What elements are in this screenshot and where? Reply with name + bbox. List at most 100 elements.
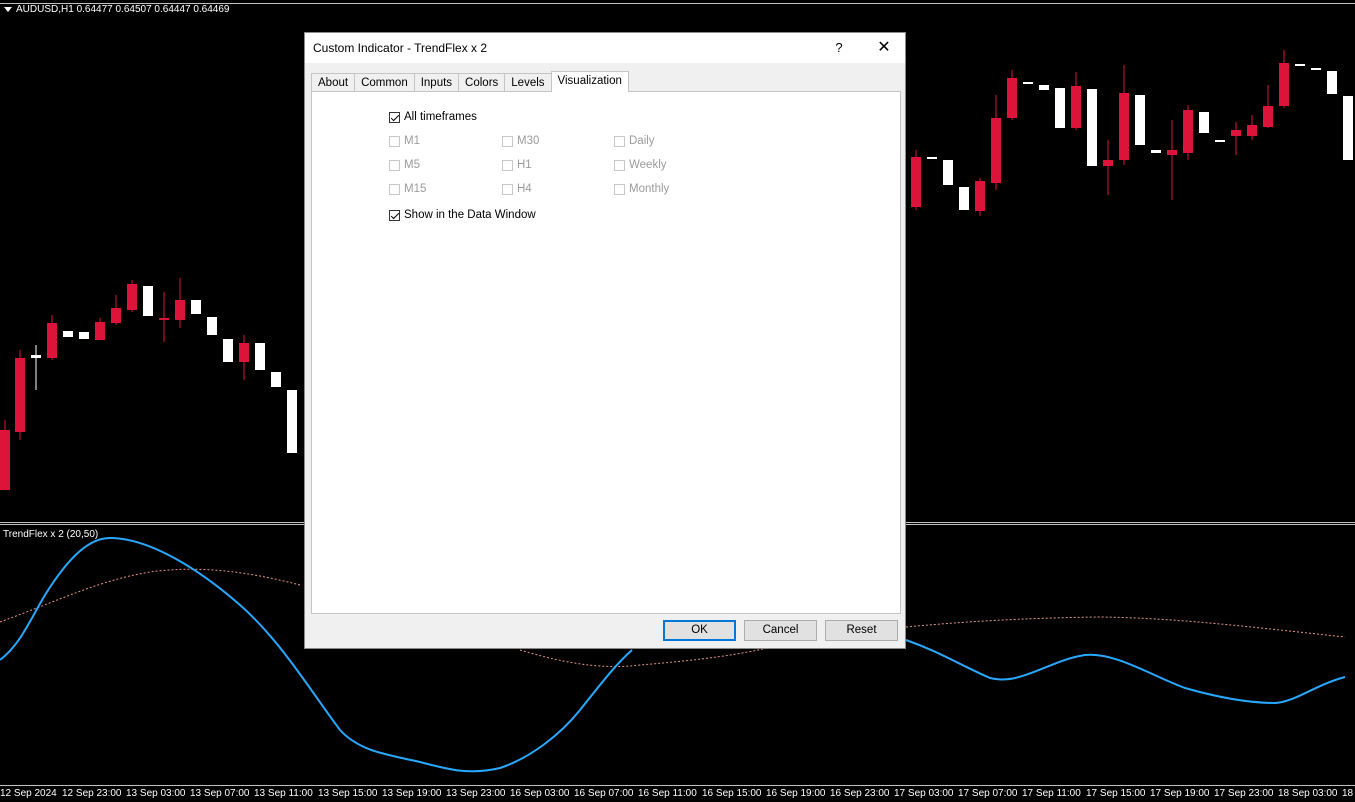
checkbox-box[interactable] [502,159,513,171]
indicator-label: TrendFlex x 2 (20,50) [3,529,99,540]
candle-body [79,332,89,339]
candle-body [63,331,73,337]
time-axis-tick: 17 Sep 07:00 [958,788,1018,799]
tab-levels[interactable]: Levels [504,73,552,92]
time-axis: 12 Sep 2024 12 Sep 23:00 13 Sep 03:00 13 Se… [0,786,1355,802]
candle-body [1311,68,1321,70]
dropdown-arrow-icon[interactable] [4,7,12,12]
close-button[interactable]: ✕ [869,37,899,59]
candle-body [0,430,10,490]
timeframe-label: H4 [517,183,532,195]
candle-body [255,343,265,370]
checkbox-box[interactable] [389,111,400,123]
help-button[interactable]: ? [825,37,853,59]
show-data-window-label: Show in the Data Window [404,209,536,221]
time-axis-tick: 18 Sep 03:00 [1278,788,1338,799]
time-axis-tick: 13 Sep 19:00 [382,788,442,799]
candle-body [271,372,281,387]
tab-inputs[interactable]: Inputs [413,73,460,92]
candle-body [47,323,57,358]
candle-body [1231,130,1241,136]
checkbox-box[interactable] [389,209,400,221]
time-axis-tick: 17 Sep 03:00 [894,788,954,799]
timeframe-monthly-checkbox[interactable]: Monthly [614,183,669,195]
timeframe-label: Monthly [629,183,670,195]
timeframe-daily-checkbox[interactable]: Daily [614,135,655,147]
candle-body [1327,71,1337,94]
tab-visualization[interactable]: Visualization [550,71,629,92]
candle-body [31,355,41,358]
checkbox-box[interactable] [614,159,625,171]
time-axis-tick: 16 Sep 19:00 [766,788,826,799]
candle-body [1183,110,1193,153]
candle-body [1167,150,1177,155]
time-axis-tick: 17 Sep 19:00 [1150,788,1210,799]
checkbox-box[interactable] [389,135,400,147]
candle-body [1263,106,1273,127]
candle-body [943,160,953,185]
show-data-window-checkbox[interactable]: Show in the Data Window [389,209,536,221]
time-axis-tick: 13 Sep 15:00 [318,788,378,799]
candle-body [287,390,297,453]
tab-common[interactable]: Common [354,73,415,92]
timeframe-m30-checkbox[interactable]: M30 [502,135,539,147]
time-axis-tick: 18 [1342,788,1354,799]
candle-body [15,358,25,432]
candle-body [1087,89,1097,166]
candle-body [1135,95,1145,145]
time-axis-tick: 17 Sep 11:00 [1022,788,1081,799]
all-timeframes-checkbox[interactable]: All timeframes [389,111,477,123]
candle-body [1055,88,1065,128]
candle-body [223,339,233,362]
time-axis-tick: 13 Sep 23:00 [446,788,506,799]
candle-body [1247,125,1257,136]
checkbox-box[interactable] [389,159,400,171]
checkbox-box[interactable] [389,183,400,195]
time-axis-tick: 16 Sep 11:00 [638,788,697,799]
candle-body [1279,63,1289,106]
checkbox-box[interactable] [502,135,513,147]
candle-body [1023,82,1033,84]
timeframe-label: M15 [404,183,427,195]
timeframe-label: H1 [517,159,532,171]
tab-bar: About Common Inputs Colors Levels Visual… [311,71,629,92]
timeframe-label: M5 [404,159,420,171]
candle-body [975,181,985,211]
time-axis-tick: 16 Sep 07:00 [574,788,634,799]
time-axis-tick: 16 Sep 15:00 [702,788,762,799]
candle-body [175,300,185,320]
all-timeframes-label: All timeframes [404,111,477,123]
timeframe-label: Weekly [629,159,667,171]
tab-colors[interactable]: Colors [458,73,506,92]
candle-body [159,318,169,320]
checkbox-box[interactable] [614,135,625,147]
timeframe-m1-checkbox[interactable]: M1 [389,135,420,147]
time-axis-tick: 13 Sep 03:00 [126,788,186,799]
timeframe-h4-checkbox[interactable]: H4 [502,183,532,195]
candle-body [191,300,201,314]
reset-button[interactable]: Reset [825,620,898,641]
candle-body [959,187,969,210]
candle-body [143,286,153,316]
candle-body [1151,150,1161,153]
timeframe-h1-checkbox[interactable]: H1 [502,159,532,171]
timeframe-label: M1 [404,135,420,147]
candle-body [1199,112,1209,133]
tab-about[interactable]: About [311,73,356,92]
cancel-button[interactable]: Cancel [744,620,817,641]
timeframe-m15-checkbox[interactable]: M15 [389,183,426,195]
time-axis-tick: 12 Sep 23:00 [62,788,122,799]
time-axis-tick: 16 Sep 23:00 [830,788,890,799]
checkbox-box[interactable] [614,183,625,195]
candle-body [111,308,121,323]
timeframe-weekly-checkbox[interactable]: Weekly [614,159,667,171]
candle-body [1215,140,1225,142]
candle-body [1071,86,1081,128]
time-axis-tick: 17 Sep 15:00 [1086,788,1146,799]
ok-button[interactable]: OK [663,620,736,641]
dialog-title-bar[interactable]: Custom Indicator - TrendFlex x 2 ? ✕ [305,33,905,63]
checkbox-box[interactable] [502,183,513,195]
timeframe-m5-checkbox[interactable]: M5 [389,159,420,171]
candle-body [1295,64,1305,66]
symbol-quote-text: AUDUSD,H1 0.64477 0.64507 0.64447 0.6446… [16,4,230,15]
